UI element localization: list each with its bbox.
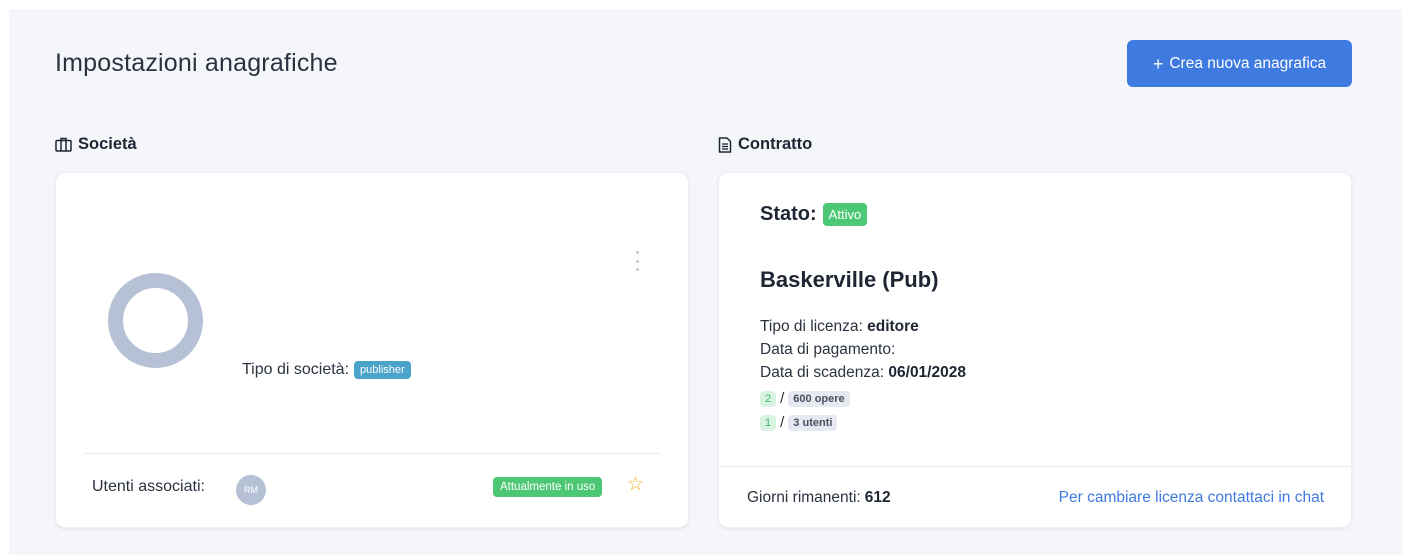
contratto-card: Stato: Attivo Baskerville (Pub) Tipo di … <box>718 172 1352 528</box>
scadenza-row: Data di scadenza: 06/01/2028 <box>760 361 966 384</box>
stato-badge: Attivo <box>822 203 868 226</box>
quota-opere-row: 2 / 600 opere <box>760 390 850 407</box>
quota-total: 600 opere <box>788 390 850 407</box>
page-title: Impostazioni anagrafiche <box>55 49 338 77</box>
in-use-badge: Attualmente in uso <box>493 477 603 497</box>
stato-row: Stato: Attivo <box>760 203 868 226</box>
licenza-row: Tipo di licenza: editore <box>760 315 966 338</box>
create-anagrafica-button[interactable]: + Crea nuova anagrafica <box>1127 40 1352 87</box>
divider <box>84 453 660 454</box>
briefcase-icon <box>55 137 72 152</box>
contact-chat-link[interactable]: Per cambiare licenza contattaci in chat <box>1059 489 1324 507</box>
star-icon[interactable]: ☆ <box>627 473 644 496</box>
kebab-menu-icon[interactable] <box>634 251 640 271</box>
societa-card: Tipo di società: publisher Utenti associ… <box>55 172 689 528</box>
document-icon <box>718 136 732 153</box>
societa-section-title: Società <box>78 135 137 153</box>
plus-icon: + <box>1152 53 1164 74</box>
licenza-label: Tipo di licenza: <box>760 318 863 335</box>
quota-used: 2 <box>760 390 777 407</box>
create-button-label: Crea nuova anagrafica <box>1169 54 1327 72</box>
quota-used: 1 <box>760 414 777 431</box>
giorni-value: 612 <box>864 489 891 506</box>
stato-label: Stato: <box>760 203 817 225</box>
contratto-section-title: Contratto <box>738 135 813 153</box>
utenti-associati-label: Utenti associati: <box>92 478 205 495</box>
tipo-societa-row: Tipo di società: publisher <box>242 361 411 379</box>
tipo-societa-badge: publisher <box>354 361 411 379</box>
page-container: Impostazioni anagrafiche + Crea nuova an… <box>9 9 1402 555</box>
pagamento-label: Data di pagamento: <box>760 341 896 358</box>
quota-separator: / <box>780 390 785 407</box>
pagamento-row: Data di pagamento: <box>760 338 966 361</box>
quota-utenti-row: 1 / 3 utenti <box>760 414 838 431</box>
giorni-rimanenti-row: Giorni rimanenti: 612 <box>747 489 891 507</box>
scadenza-label: Data di scadenza: <box>760 364 885 381</box>
societa-section-heading: Società <box>55 135 137 154</box>
quota-separator: / <box>780 414 785 431</box>
giorni-label: Giorni rimanenti: <box>747 489 861 506</box>
company-logo-placeholder <box>108 273 203 368</box>
contratto-section-heading: Contratto <box>718 135 812 154</box>
divider <box>719 466 1351 467</box>
licenza-value: editore <box>867 318 919 335</box>
contract-details: Tipo di licenza: editore Data di pagamen… <box>760 315 966 384</box>
contract-name: Baskerville (Pub) <box>760 267 939 292</box>
scadenza-value: 06/01/2028 <box>888 364 966 381</box>
tipo-societa-label: Tipo di società: <box>242 361 350 378</box>
avatar[interactable]: RM <box>236 475 266 505</box>
quota-total: 3 utenti <box>788 414 838 431</box>
